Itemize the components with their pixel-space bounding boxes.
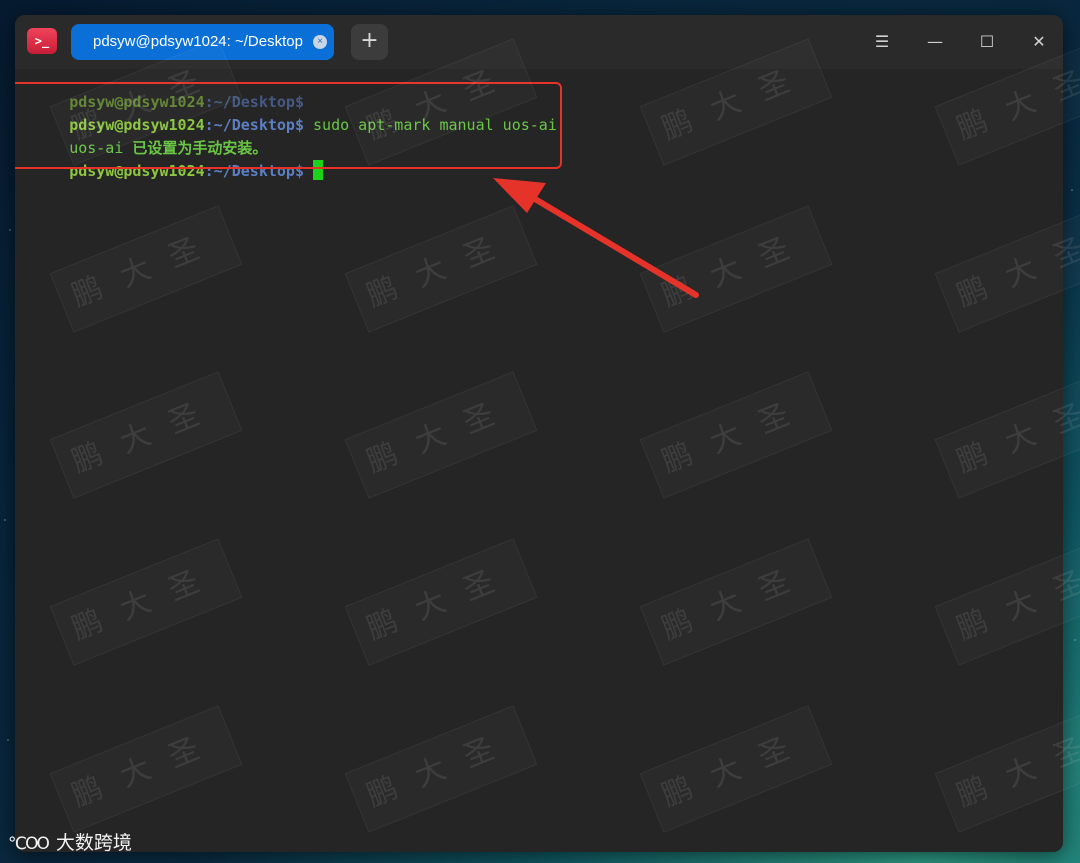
brand-logo: ℃OO 大数跨境 xyxy=(8,829,132,857)
annotation-arrow xyxy=(493,178,699,298)
logo-icon: ℃OO xyxy=(8,834,50,854)
logo-text: 大数跨境 xyxy=(55,832,132,854)
